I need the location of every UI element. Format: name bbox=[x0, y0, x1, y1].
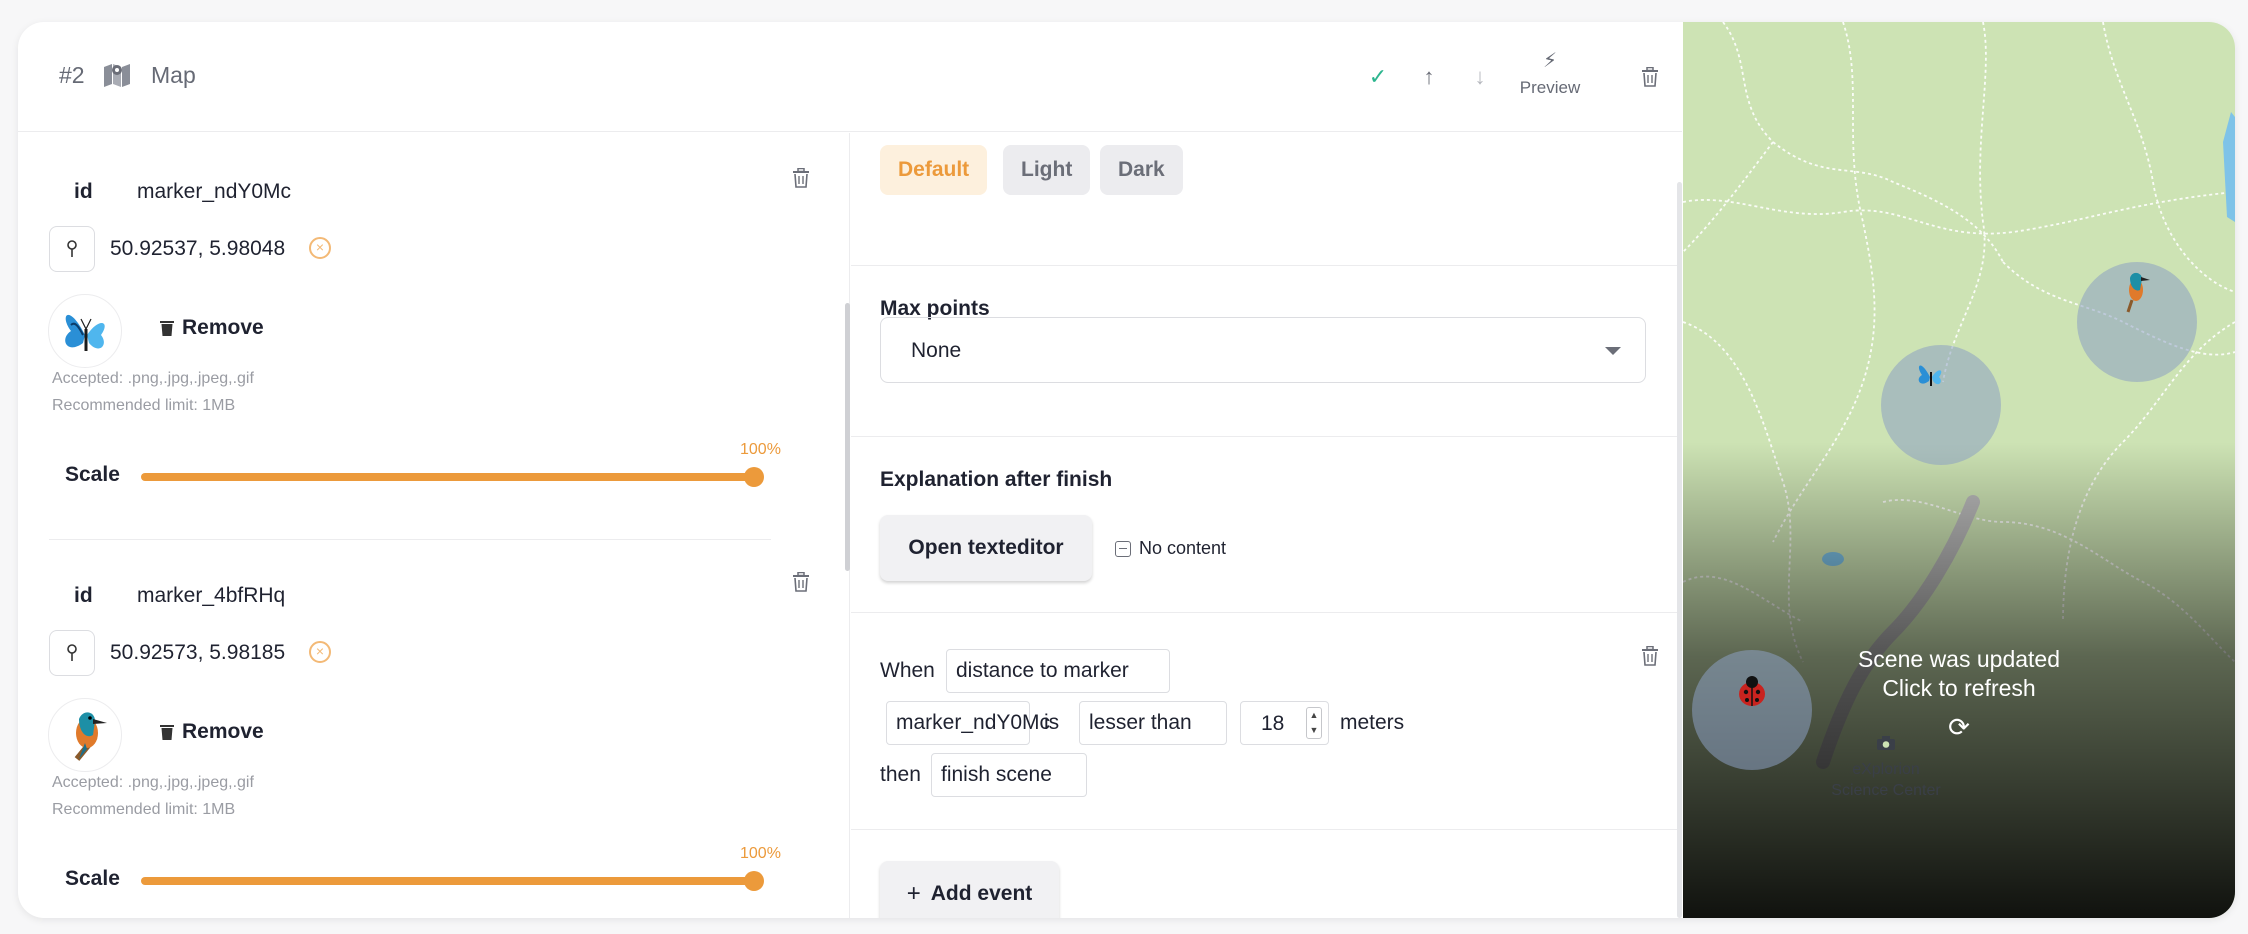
scale-label: Scale bbox=[65, 867, 120, 890]
refresh-icon[interactable]: ⟳ bbox=[1683, 712, 2235, 743]
scene-index: #2 bbox=[59, 62, 85, 88]
chevron-down-icon bbox=[1605, 347, 1621, 355]
camera-icon bbox=[1877, 736, 1895, 750]
markers-panel: id marker_ndY0Mc 50.92537, 5.98048 × Rem… bbox=[18, 133, 850, 918]
lightning-icon: ⚡ bbox=[1542, 50, 1558, 72]
preview-label: Preview bbox=[1519, 78, 1581, 97]
scale-slider-track[interactable] bbox=[141, 877, 754, 885]
marker-id-label: id bbox=[74, 180, 93, 203]
event-unit-label: meters bbox=[1340, 711, 1405, 734]
remove-image-button[interactable]: Remove bbox=[160, 316, 264, 340]
distance-value: 18 bbox=[1261, 712, 1285, 735]
delete-event-icon[interactable] bbox=[1641, 645, 1665, 670]
marker-id: marker_ndY0Mc bbox=[137, 180, 292, 203]
event-action-select[interactable]: finish scene bbox=[931, 753, 1087, 797]
remove-label: Remove bbox=[182, 720, 264, 743]
scale-label: Scale bbox=[65, 463, 120, 486]
theme-dark-button[interactable]: Dark bbox=[1100, 145, 1183, 195]
minus-square-icon bbox=[1115, 540, 1131, 557]
scale-percent: 100% bbox=[740, 441, 781, 458]
preview-button[interactable]: ⚡ Preview bbox=[1512, 50, 1588, 98]
theme-light-button[interactable]: Light bbox=[1003, 145, 1091, 195]
size-limit: Recommended limit: 1MB bbox=[52, 801, 236, 818]
max-points-value: None bbox=[911, 339, 962, 362]
map-preview[interactable]: Scene was updated Click to refresh ⟳ eXp… bbox=[1683, 22, 2235, 918]
scene-title: Map bbox=[151, 62, 196, 88]
kingfisher-marker-icon bbox=[2126, 272, 2150, 313]
click-to-refresh-text[interactable]: Click to refresh bbox=[1683, 675, 2235, 702]
marker-id-label: id bbox=[74, 584, 93, 607]
markers-scrollbar[interactable] bbox=[845, 303, 850, 571]
trash-icon bbox=[160, 724, 174, 740]
add-event-button[interactable]: + Add event bbox=[880, 861, 1059, 918]
event-comparison-select[interactable]: lesser than bbox=[1079, 701, 1227, 745]
delete-marker-icon[interactable] bbox=[792, 167, 816, 192]
size-limit: Recommended limit: 1MB bbox=[52, 397, 236, 414]
explanation-title: Explanation after finish bbox=[880, 468, 1113, 491]
stepper-arrows-icon[interactable]: ▲ ▼ bbox=[1306, 707, 1322, 739]
scene-editor-card: #2 Map ✓ ↑ ↓ ⚡ Preview id marker_ndY0Mc … bbox=[18, 22, 2235, 918]
section-divider bbox=[851, 436, 1677, 437]
clear-coordinates-icon[interactable]: × bbox=[309, 641, 331, 663]
map-icon bbox=[103, 62, 131, 88]
marker-id: marker_4bfRHq bbox=[137, 584, 286, 607]
poi-name-line1: eXplorion bbox=[1852, 761, 1920, 778]
explanation-status-text: No content bbox=[1139, 538, 1227, 558]
scene-settings-panel: Default Light Dark Max points None Expla… bbox=[851, 133, 1682, 918]
max-points-select[interactable]: None bbox=[880, 317, 1646, 383]
accepted-formats: Accepted: .png,.jpg,.jpeg,.gif bbox=[52, 774, 254, 791]
scale-slider-thumb[interactable] bbox=[744, 467, 764, 487]
section-divider bbox=[851, 612, 1677, 613]
section-divider bbox=[851, 829, 1677, 830]
theme-default-button[interactable]: Default bbox=[880, 145, 988, 195]
move-up-icon[interactable]: ↑ bbox=[1414, 62, 1444, 92]
image-hint: Accepted: .png,.jpg,.jpeg,.gif Recommend… bbox=[52, 769, 254, 823]
poi-label: eXplorion Science Center bbox=[1823, 759, 1949, 801]
marker-divider bbox=[49, 539, 771, 540]
card-header: #2 Map ✓ ↑ ↓ ⚡ Preview bbox=[18, 22, 1682, 132]
event-is-label: is bbox=[1044, 711, 1060, 734]
settings-scrollbar[interactable] bbox=[1677, 182, 1682, 918]
kingfisher-image bbox=[48, 698, 122, 772]
scale-percent: 100% bbox=[740, 845, 781, 862]
delete-marker-icon[interactable] bbox=[792, 571, 816, 596]
pin-icon bbox=[67, 240, 77, 257]
pin-icon bbox=[67, 644, 77, 661]
delete-scene-icon[interactable] bbox=[1635, 62, 1665, 92]
remove-image-button[interactable]: Remove bbox=[160, 720, 264, 744]
scene-updated-text[interactable]: Scene was updated bbox=[1683, 646, 2235, 673]
section-divider bbox=[851, 265, 1677, 266]
accepted-formats: Accepted: .png,.jpg,.jpeg,.gif bbox=[52, 370, 254, 387]
pick-location-button[interactable] bbox=[49, 226, 95, 272]
marker-coordinates: 50.92573, 5.98185 bbox=[110, 641, 286, 664]
scale-slider-track[interactable] bbox=[141, 473, 754, 481]
move-down-icon[interactable]: ↓ bbox=[1465, 62, 1495, 92]
poi-name-line2: Science Center bbox=[1831, 782, 1941, 799]
trash-icon bbox=[160, 320, 174, 336]
add-event-label: Add event bbox=[930, 882, 1033, 905]
event-then-label: then bbox=[880, 763, 921, 786]
butterfly-marker-icon bbox=[1918, 365, 1942, 386]
clear-coordinates-icon[interactable]: × bbox=[309, 237, 331, 259]
pick-location-button[interactable] bbox=[49, 630, 95, 676]
plus-icon: + bbox=[906, 880, 921, 907]
event-marker-select[interactable]: marker_ndY0Mc bbox=[886, 701, 1050, 745]
explanation-status: No content bbox=[1115, 538, 1226, 559]
distance-input[interactable]: 18 ▲ ▼ bbox=[1240, 701, 1329, 745]
remove-label: Remove bbox=[182, 316, 264, 339]
event-trigger-select[interactable]: distance to marker bbox=[946, 649, 1170, 693]
butterfly-image bbox=[48, 294, 122, 368]
event-when-label: When bbox=[880, 659, 935, 682]
image-hint: Accepted: .png,.jpg,.jpeg,.gif Recommend… bbox=[52, 365, 254, 419]
check-icon[interactable]: ✓ bbox=[1363, 62, 1393, 92]
scale-slider-thumb[interactable] bbox=[744, 871, 764, 891]
open-texteditor-button[interactable]: Open texteditor bbox=[880, 515, 1092, 581]
marker-coordinates: 50.92537, 5.98048 bbox=[110, 237, 286, 260]
